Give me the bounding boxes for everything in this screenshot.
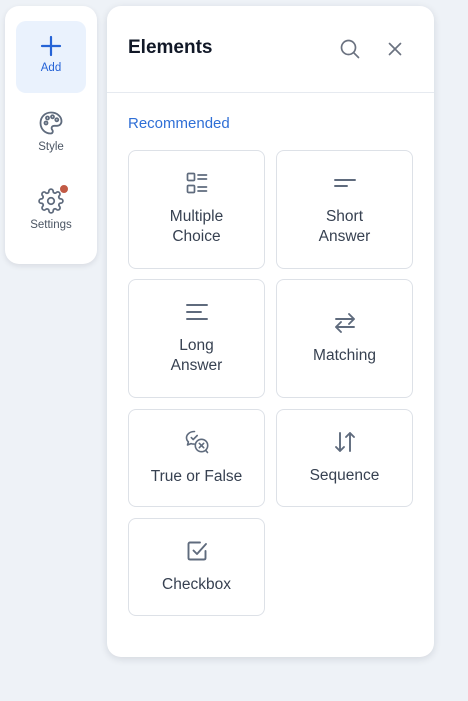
- card-label-line: Answer: [170, 357, 223, 374]
- long-answer-icon: [185, 300, 209, 324]
- rail-settings-label: Settings: [30, 219, 72, 231]
- plus-icon: [40, 35, 62, 57]
- card-label-line: True or False: [150, 468, 243, 485]
- card-label-line: Long: [179, 337, 214, 354]
- panel-title: Elements: [128, 37, 213, 58]
- rail-style-button[interactable]: Style: [16, 99, 86, 171]
- search-button[interactable]: [338, 37, 362, 61]
- close-icon: [383, 42, 407, 65]
- element-card-short-answer[interactable]: Short Answer: [276, 150, 413, 269]
- matching-arrows-icon: [333, 311, 357, 335]
- short-answer-icon: [333, 171, 357, 195]
- rail-settings-button[interactable]: Settings: [16, 177, 86, 249]
- card-label-line: Answer: [318, 228, 371, 245]
- card-label-line: Choice: [172, 228, 221, 245]
- section-title-recommended: Recommended: [128, 115, 230, 132]
- element-card-sequence[interactable]: Sequence: [276, 409, 413, 507]
- true-false-icon: [184, 429, 210, 455]
- multiple-choice-icon: [185, 171, 209, 195]
- panel-header: Elements: [107, 6, 434, 93]
- rail-style-label: Style: [38, 141, 64, 153]
- element-card-matching[interactable]: Matching: [276, 279, 413, 398]
- card-label-line: Checkbox: [162, 576, 231, 593]
- palette-icon: [38, 110, 64, 136]
- card-label-line: Matching: [313, 347, 376, 364]
- rail-add-button[interactable]: Add: [16, 21, 86, 93]
- element-card-long-answer[interactable]: Long Answer: [128, 279, 265, 398]
- search-icon: [338, 39, 362, 65]
- close-button[interactable]: [383, 37, 407, 61]
- element-card-multiple-choice[interactable]: Multiple Choice: [128, 150, 265, 269]
- card-label-line: Short: [325, 208, 364, 225]
- side-rail: Add Style Settings: [5, 6, 97, 264]
- card-label-line: Multiple: [169, 208, 224, 225]
- elements-panel: Elements Recommended Multiple Choice Sho…: [107, 6, 434, 657]
- card-label-line: Sequence: [309, 467, 380, 484]
- settings-notification-dot: [59, 184, 69, 194]
- rail-add-label: Add: [40, 62, 62, 74]
- sequence-arrows-icon: [333, 430, 357, 454]
- element-card-checkbox[interactable]: Checkbox: [128, 518, 265, 616]
- checkbox-icon: [185, 539, 209, 563]
- element-card-true-or-false[interactable]: True or False: [128, 409, 265, 507]
